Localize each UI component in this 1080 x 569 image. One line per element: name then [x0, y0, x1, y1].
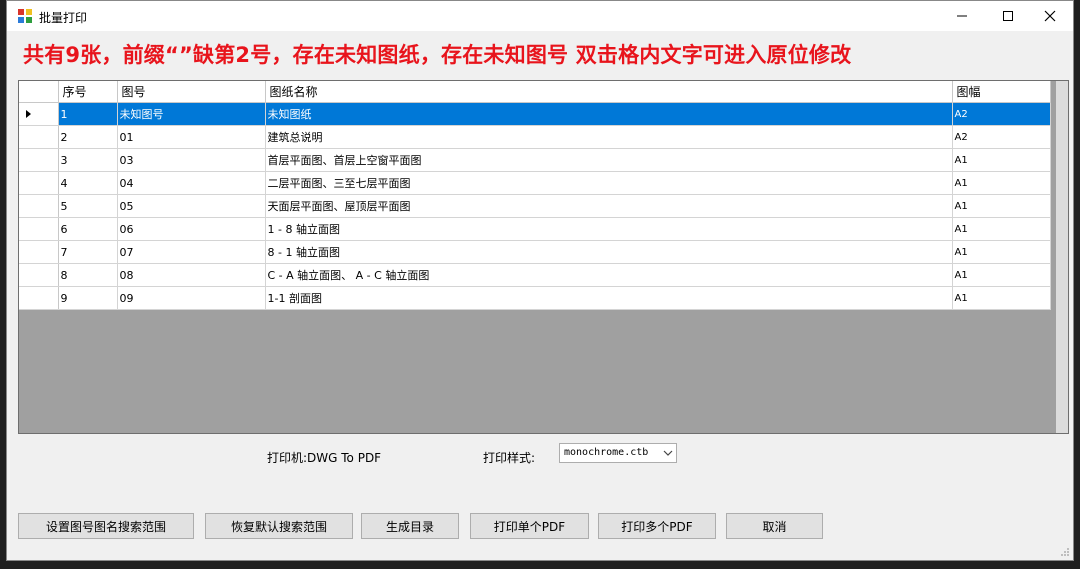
- cell-size[interactable]: A1: [952, 194, 1051, 218]
- table-row[interactable]: 1 未知图号 未知图纸 A2: [19, 102, 1051, 126]
- close-button[interactable]: [1027, 1, 1073, 31]
- row-header[interactable]: [19, 171, 59, 195]
- table-row[interactable]: 7 07 8 - 1 轴立面图 A1: [19, 240, 1051, 264]
- table-row[interactable]: 3 03 首层平面图、首层上空窗平面图 A1: [19, 148, 1051, 172]
- cell-name[interactable]: 天面层平面图、屋顶层平面图: [265, 194, 953, 218]
- cell-size[interactable]: A2: [952, 125, 1051, 149]
- column-header-name[interactable]: 图纸名称: [265, 81, 953, 103]
- cell-number[interactable]: 01: [117, 125, 266, 149]
- row-header[interactable]: [19, 286, 59, 310]
- row-header[interactable]: [19, 240, 59, 264]
- cell-name[interactable]: 建筑总说明: [265, 125, 953, 149]
- cell-number[interactable]: 07: [117, 240, 266, 264]
- table-row[interactable]: 8 08 C - A 轴立面图、 A - C 轴立面图 A1: [19, 263, 1051, 287]
- vertical-scrollbar[interactable]: [1056, 81, 1068, 433]
- cell-size[interactable]: A1: [952, 217, 1051, 241]
- cell-name[interactable]: 8 - 1 轴立面图: [265, 240, 953, 264]
- table-row[interactable]: 9 09 1-1 剖面图 A1: [19, 286, 1051, 310]
- cell-seq[interactable]: 8: [58, 263, 118, 287]
- table-row[interactable]: 2 01 建筑总说明 A2: [19, 125, 1051, 149]
- cell-seq[interactable]: 2: [58, 125, 118, 149]
- status-headline: 共有9张，前缀“”缺第2号，存在未知图纸，存在未知图号 双击格内文字可进入原位修…: [23, 43, 852, 67]
- cell-size[interactable]: A1: [952, 240, 1051, 264]
- cell-name[interactable]: C - A 轴立面图、 A - C 轴立面图: [265, 263, 953, 287]
- cell-number[interactable]: 未知图号: [117, 102, 266, 126]
- cell-seq[interactable]: 1: [58, 102, 118, 126]
- cell-size[interactable]: A1: [952, 263, 1051, 287]
- row-header[interactable]: [19, 102, 59, 126]
- print-style-value: monochrome.ctb: [564, 447, 649, 458]
- cell-name[interactable]: 二层平面图、三至七层平面图: [265, 171, 953, 195]
- row-pointer-icon: [26, 110, 31, 118]
- column-header-size[interactable]: 图幅: [952, 81, 1051, 103]
- printer-label: 打印机:DWG To PDF: [267, 451, 382, 465]
- row-header[interactable]: [19, 194, 59, 218]
- table-row[interactable]: 4 04 二层平面图、三至七层平面图 A1: [19, 171, 1051, 195]
- cell-size[interactable]: A1: [952, 286, 1051, 310]
- resize-grip-icon[interactable]: [1060, 547, 1070, 557]
- app-icon: [18, 9, 32, 23]
- cell-number[interactable]: 08: [117, 263, 266, 287]
- cancel-button[interactable]: 取消: [726, 513, 823, 539]
- drawing-grid[interactable]: 序号 图号 图纸名称 图幅 1 未知图号 未知图纸 A2 2 01 建筑总说明 A2 3 03 首层…: [18, 80, 1069, 434]
- set-search-range-button[interactable]: 设置图号图名搜索范围: [18, 513, 194, 539]
- cell-seq[interactable]: 7: [58, 240, 118, 264]
- column-header-number[interactable]: 图号: [117, 81, 266, 103]
- cell-seq[interactable]: 3: [58, 148, 118, 172]
- cell-seq[interactable]: 6: [58, 217, 118, 241]
- cell-name[interactable]: 未知图纸: [265, 102, 953, 126]
- cell-number[interactable]: 06: [117, 217, 266, 241]
- generate-toc-button[interactable]: 生成目录: [361, 513, 459, 539]
- cell-size[interactable]: A2: [952, 102, 1051, 126]
- cell-name[interactable]: 1 - 8 轴立面图: [265, 217, 953, 241]
- chevron-down-icon: [663, 450, 673, 456]
- cell-seq[interactable]: 9: [58, 286, 118, 310]
- column-header-seq[interactable]: 序号: [58, 81, 118, 103]
- table-row[interactable]: 6 06 1 - 8 轴立面图 A1: [19, 217, 1051, 241]
- cell-seq[interactable]: 5: [58, 194, 118, 218]
- batch-print-window: 批量打印 共有9张，前缀“”缺第2号，存在未知图纸，存在未知图号 双击格内文字可…: [6, 0, 1074, 561]
- cell-name[interactable]: 首层平面图、首层上空窗平面图: [265, 148, 953, 172]
- cell-size[interactable]: A1: [952, 171, 1051, 195]
- minimize-icon: [957, 15, 967, 17]
- table-header-row: 序号 图号 图纸名称 图幅: [19, 81, 1051, 103]
- print-style-select[interactable]: monochrome.ctb: [559, 443, 677, 463]
- cell-seq[interactable]: 4: [58, 171, 118, 195]
- cell-number[interactable]: 04: [117, 171, 266, 195]
- row-header[interactable]: [19, 148, 59, 172]
- print-style-label: 打印样式:: [483, 451, 536, 465]
- print-single-pdf-button[interactable]: 打印单个PDF: [470, 513, 589, 539]
- print-multi-pdf-button[interactable]: 打印多个PDF: [598, 513, 716, 539]
- row-header[interactable]: [19, 263, 59, 287]
- cell-size[interactable]: A1: [952, 148, 1051, 172]
- cell-name[interactable]: 1-1 剖面图: [265, 286, 953, 310]
- maximize-button[interactable]: [985, 1, 1031, 31]
- table-row[interactable]: 5 05 天面层平面图、屋顶层平面图 A1: [19, 194, 1051, 218]
- row-header-corner: [19, 81, 59, 103]
- cell-number[interactable]: 09: [117, 286, 266, 310]
- drawing-table[interactable]: 序号 图号 图纸名称 图幅 1 未知图号 未知图纸 A2 2 01 建筑总说明 A2 3 03 首层…: [19, 81, 1051, 310]
- cell-number[interactable]: 05: [117, 194, 266, 218]
- maximize-icon: [1003, 11, 1013, 21]
- cell-number[interactable]: 03: [117, 148, 266, 172]
- row-header[interactable]: [19, 125, 59, 149]
- window-title: 批量打印: [39, 11, 88, 25]
- title-bar[interactable]: 批量打印: [7, 1, 1073, 31]
- close-icon: [1044, 10, 1056, 22]
- minimize-button[interactable]: [939, 1, 985, 31]
- restore-default-range-button[interactable]: 恢复默认搜索范围: [205, 513, 353, 539]
- row-header[interactable]: [19, 217, 59, 241]
